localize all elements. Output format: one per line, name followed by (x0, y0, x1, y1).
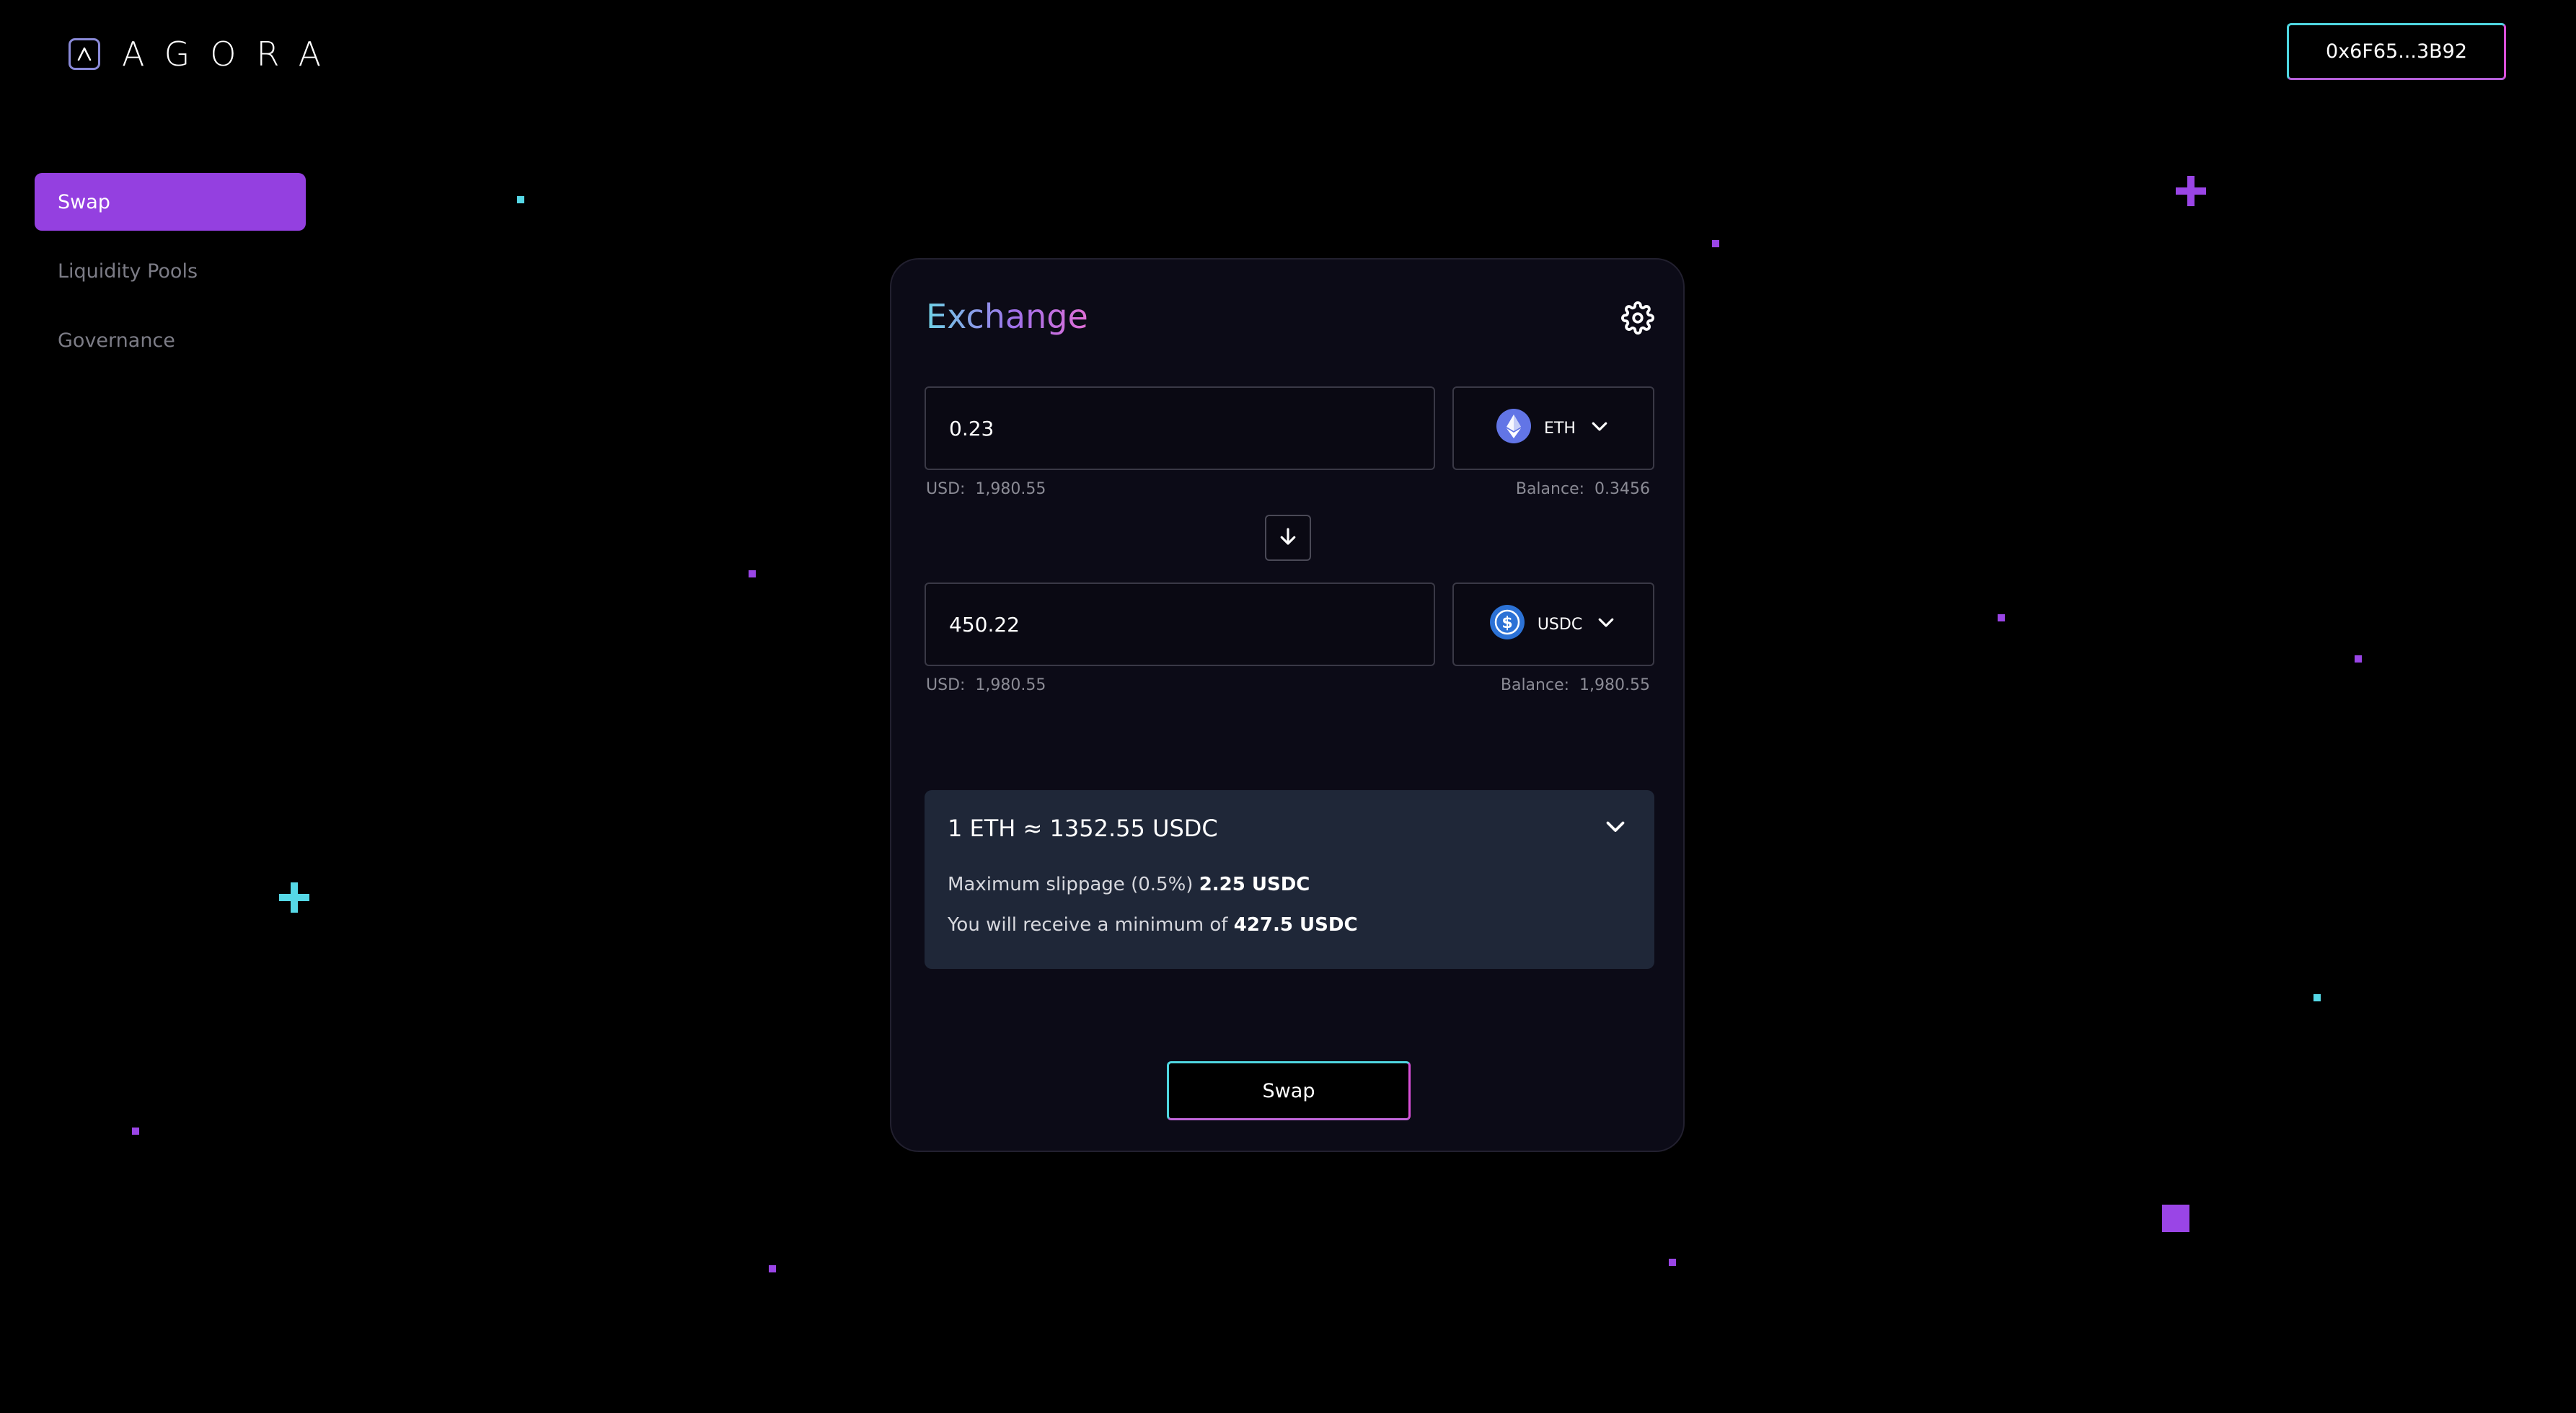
to-balance: Balance: 1,980.55 (1501, 676, 1650, 694)
sidebar-nav: Swap Liquidity Pools Governance (35, 173, 306, 381)
swap-button[interactable]: Swap (1167, 1061, 1411, 1120)
decor-particle (1998, 614, 2005, 621)
sidebar-item-swap[interactable]: Swap (35, 173, 306, 231)
exchange-card: Exchange 0.23 ETH USD: 1,980.55 Balance:… (890, 258, 1685, 1152)
arrow-down-icon (1277, 526, 1299, 550)
to-usd-value: USD: 1,980.55 (926, 676, 1046, 694)
sidebar-item-governance[interactable]: Governance (35, 311, 306, 369)
swap-details-panel: 1 ETH ≈ 1352.55 USDC Maximum slippage (0… (925, 790, 1654, 969)
to-usd-amount: 1,980.55 (975, 676, 1046, 694)
exchange-title: Exchange (926, 297, 1088, 336)
max-slippage-row: Maximum slippage (0.5%) 2.25 USDC (948, 874, 1310, 895)
to-token-label: USDC (1537, 615, 1583, 634)
to-balance-amount: 1,980.55 (1579, 676, 1650, 694)
from-usd-label: USD: (926, 480, 966, 498)
from-usd-amount: 1,980.55 (975, 480, 1046, 498)
decor-particle (132, 1128, 139, 1135)
logo-text: AGORA (122, 35, 342, 74)
minimum-receive-value: 427.5 USDC (1233, 914, 1358, 936)
decor-particle (1712, 240, 1719, 247)
gear-icon[interactable] (1621, 301, 1654, 335)
decor-particle (517, 196, 524, 203)
max-slippage-label: Maximum slippage (0.5%) (948, 874, 1194, 895)
eth-icon (1496, 409, 1532, 448)
decor-particle (749, 570, 756, 577)
minimum-receive-row: You will receive a minimum of 427.5 USDC (948, 914, 1358, 936)
to-balance-label: Balance: (1500, 676, 1570, 694)
chevron-down-icon[interactable] (1602, 813, 1628, 839)
wallet-address-button[interactable]: 0x6F65...3B92 (2287, 23, 2506, 80)
chevron-down-icon (1589, 415, 1610, 441)
decor-particle (769, 1265, 776, 1272)
minimum-receive-label: You will receive a minimum of (948, 914, 1228, 936)
from-balance: Balance: 0.3456 (1516, 480, 1650, 498)
sidebar-item-liquidity-pools[interactable]: Liquidity Pools (35, 242, 306, 300)
usdc-icon: $ (1489, 605, 1525, 644)
to-token-select[interactable]: $ USDC (1452, 583, 1654, 666)
from-balance-amount: 0.3456 (1594, 480, 1650, 498)
swap-direction-button[interactable] (1265, 515, 1311, 561)
agora-logo[interactable]: AGORA (69, 35, 341, 74)
from-token-label: ETH (1544, 419, 1576, 438)
decor-particle (2355, 655, 2362, 663)
from-token-select[interactable]: ETH (1452, 386, 1654, 470)
exchange-rate: 1 ETH ≈ 1352.55 USDC (948, 815, 1218, 842)
from-balance-label: Balance: (1515, 480, 1585, 498)
chevron-down-icon (1595, 611, 1617, 637)
to-usd-label: USD: (926, 676, 966, 694)
from-usd-value: USD: 1,980.55 (926, 480, 1046, 498)
decor-square (2162, 1205, 2189, 1232)
logo-mark-icon (69, 38, 100, 70)
decor-plus (279, 882, 309, 916)
svg-text:$: $ (1501, 614, 1512, 632)
decor-particle (1669, 1259, 1676, 1266)
from-amount-input[interactable]: 0.23 (925, 386, 1435, 470)
max-slippage-value: 2.25 USDC (1199, 874, 1310, 895)
decor-plus (2176, 176, 2206, 209)
to-amount-input[interactable]: 450.22 (925, 583, 1435, 666)
decor-particle (2313, 994, 2321, 1001)
